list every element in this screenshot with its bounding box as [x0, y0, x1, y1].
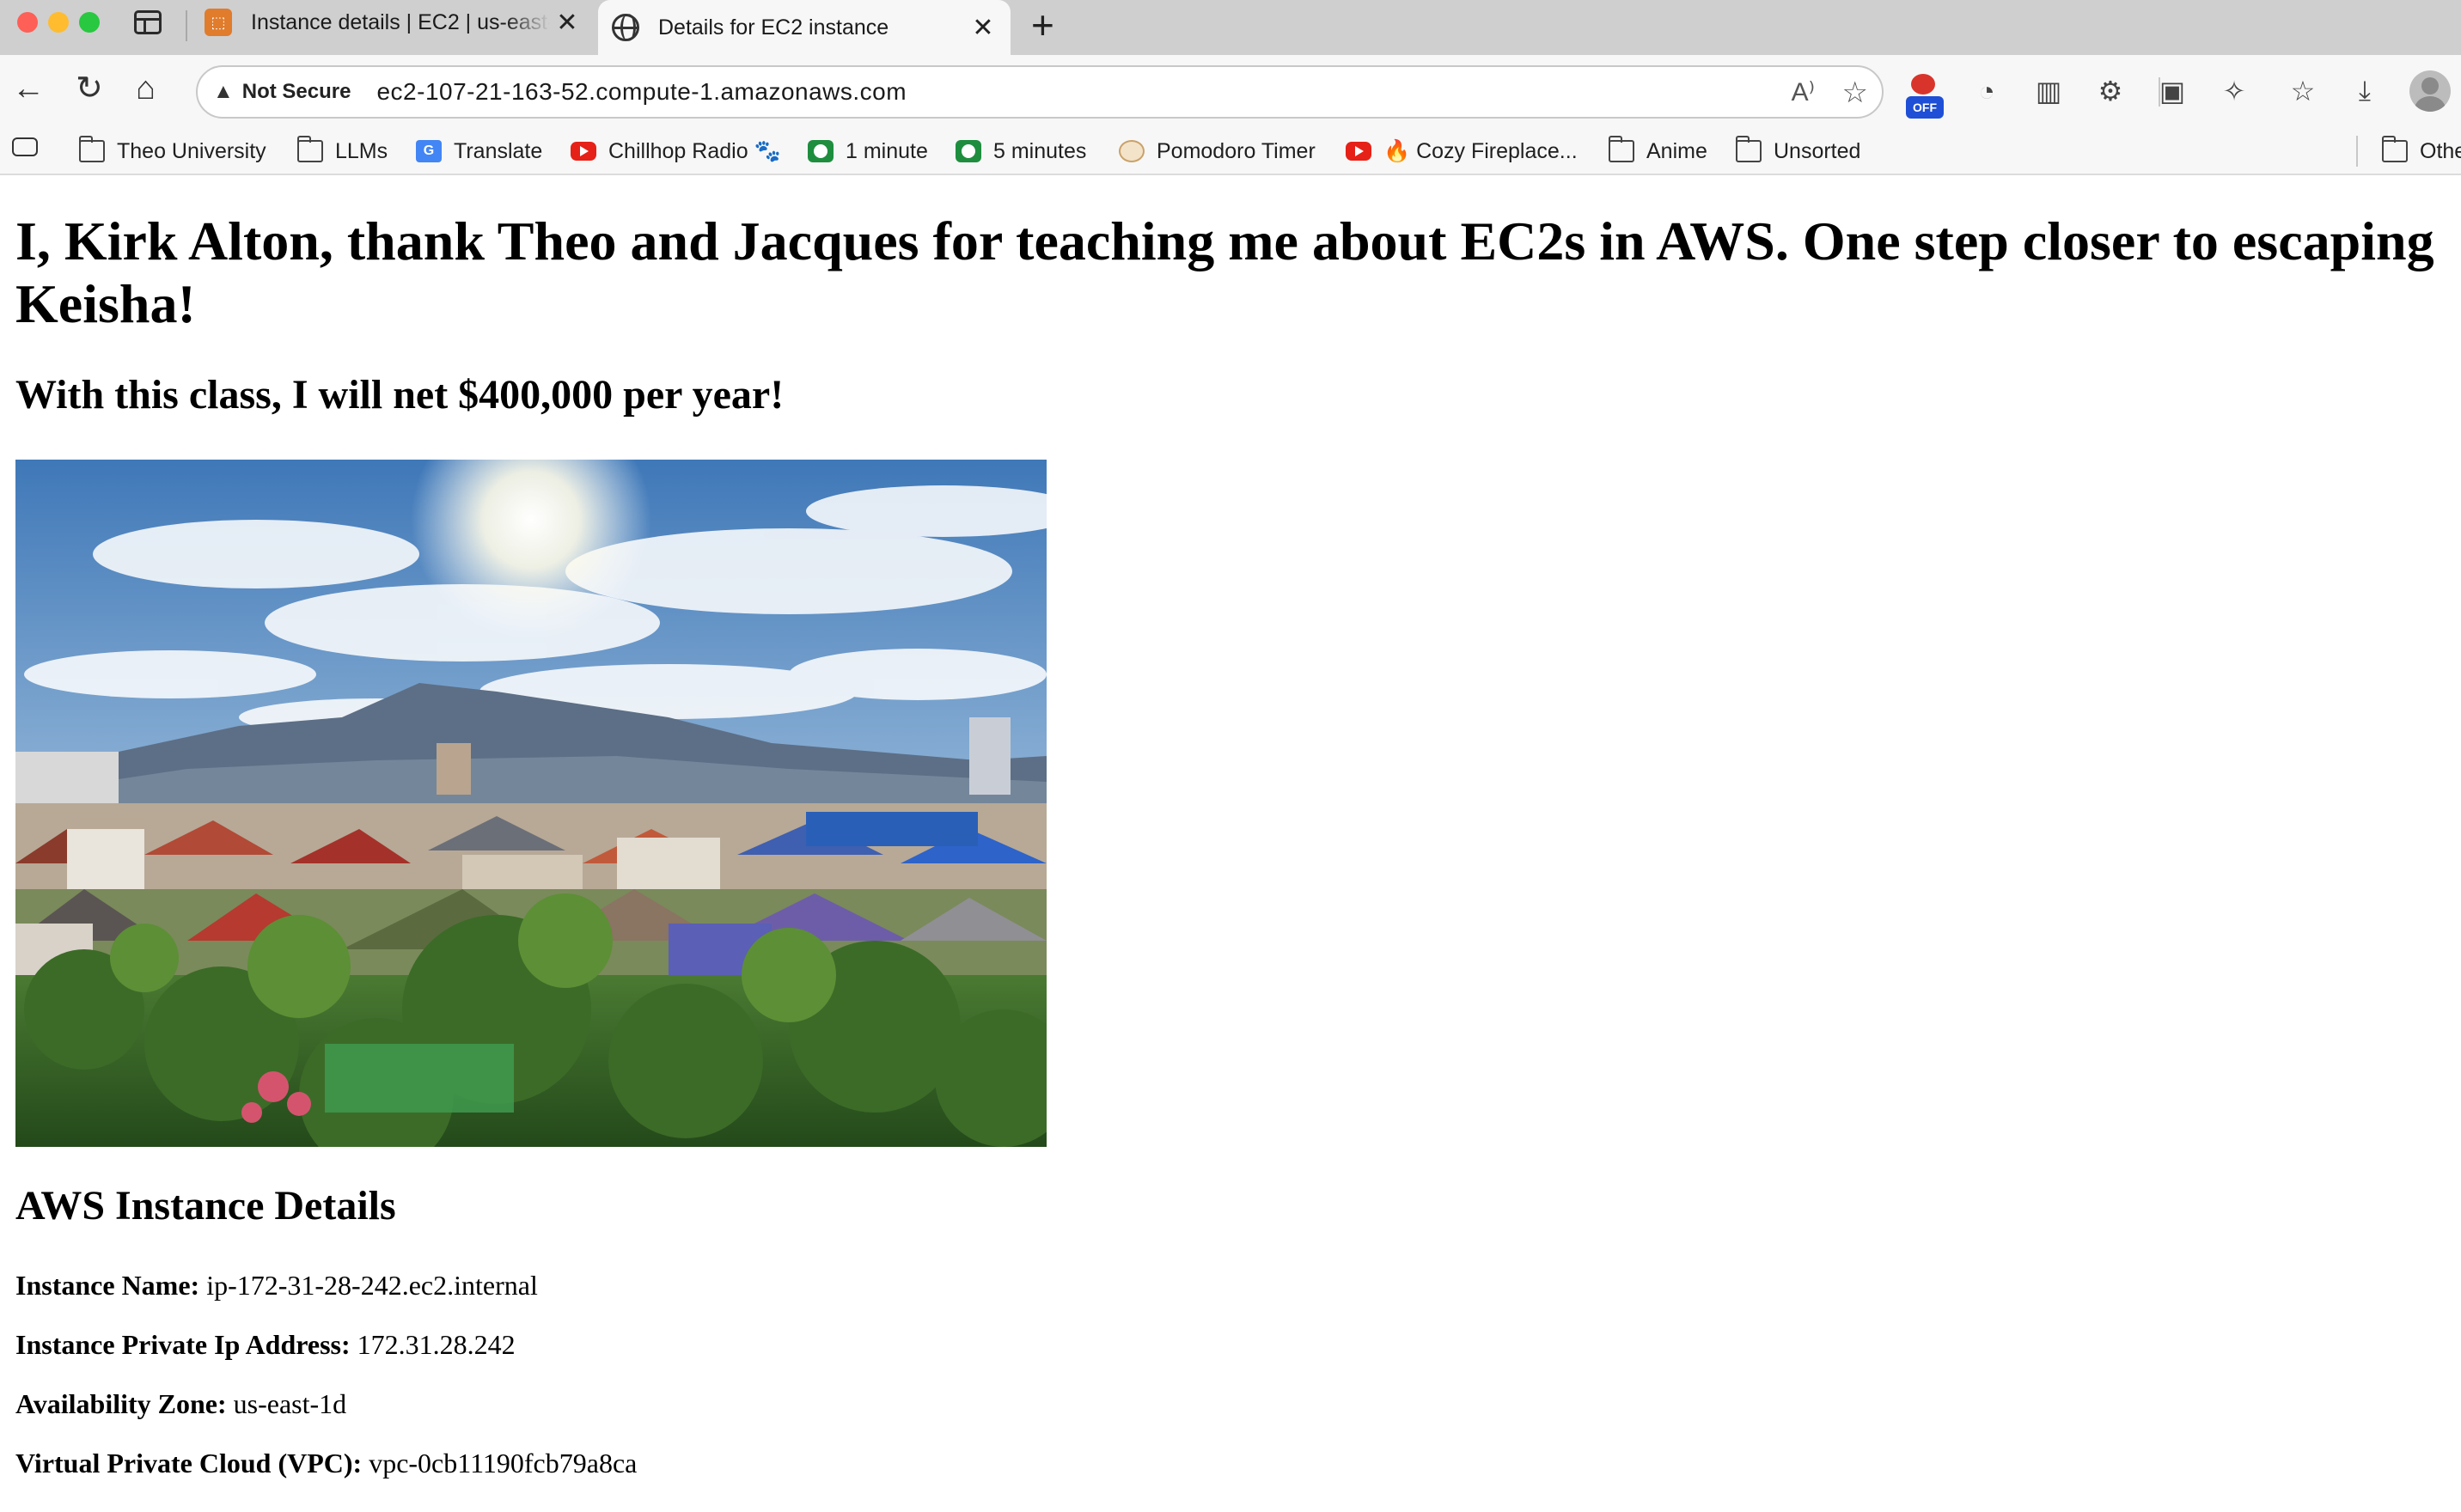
bookmark-other-favorites[interactable]: Othe [2382, 134, 2461, 168]
bookmark-label: LLMs [335, 138, 388, 163]
bookmark-label: Theo University [117, 138, 266, 163]
detail-value: 172.31.28.242 [357, 1329, 516, 1360]
web-page: I, Kirk Alton, thank Theo and Jacques fo… [0, 177, 2461, 1512]
read-aloud-icon[interactable]: A⁾ [1792, 77, 1815, 107]
bookmark-label: Translate [454, 138, 543, 163]
folder-icon [2382, 136, 2408, 162]
timer-icon [956, 140, 981, 162]
warning-icon: ▲ [213, 80, 234, 103]
close-window-button[interactable] [17, 12, 38, 33]
home-icon[interactable]: ⌂ [136, 72, 156, 105]
bookmark-label: Pomodoro Timer [1157, 138, 1316, 163]
tab-title: Details for EC2 instance [658, 15, 889, 40]
page-title: I, Kirk Alton, thank Theo and Jacques fo… [15, 210, 2434, 334]
url-text[interactable]: ec2-107-21-163-52.compute-1.amazonaws.co… [376, 78, 907, 106]
bookmark-1-minute[interactable]: 1 minute [808, 134, 928, 168]
google-translate-icon: G [416, 140, 442, 162]
favorite-star-icon[interactable]: ☆ [1842, 76, 1868, 110]
timer-icon [808, 140, 834, 162]
availability-zone-row: Availability Zone: us-east-1d [15, 1387, 346, 1421]
folder-icon [79, 136, 105, 162]
extension-off-badge[interactable]: OFF [1906, 96, 1944, 119]
reload-icon[interactable]: ↻ [76, 72, 103, 105]
extensions-puzzle-icon[interactable]: ✧ [2217, 74, 2251, 108]
bookmark-translate[interactable]: G Translate [416, 134, 542, 168]
bookmark-theo-university[interactable]: Theo University [79, 134, 266, 168]
favorites-list-icon[interactable]: ☆ [2286, 74, 2320, 108]
detail-label: Instance Name: [15, 1270, 200, 1301]
security-status[interactable]: Not Secure [242, 80, 351, 104]
bookmarks-bar: Theo University LLMs G Translate Chillho… [0, 127, 2461, 175]
detail-label: Instance Private Ip Address: [15, 1329, 351, 1360]
tab-title: Instance details | EC2 | us-east-1 [251, 9, 550, 34]
detail-value: vpc-0cb11190fcb79a8ca [369, 1448, 638, 1478]
bookmark-unsorted[interactable]: Unsorted [1736, 134, 1860, 168]
tab-ec2-details[interactable]: Details for EC2 instance ✕ [598, 0, 1011, 55]
clipboard-extension-icon[interactable]: ▥ [2031, 74, 2066, 108]
back-arrow-icon[interactable]: ← [12, 72, 45, 105]
folder-icon [1736, 136, 1762, 162]
globe-icon [612, 14, 639, 41]
detail-value: ip-172-31-28-242.ec2.internal [206, 1270, 538, 1301]
bookmark-5-minutes[interactable]: 5 minutes [956, 134, 1086, 168]
aws-ec2-icon: ⬚ [205, 9, 232, 36]
youtube-icon [1346, 142, 1371, 161]
tab-divider [186, 10, 187, 41]
vpc-row: Virtual Private Cloud (VPC): vpc-0cb1119… [15, 1446, 637, 1480]
profile-avatar[interactable] [2409, 70, 2451, 112]
toolbar: ← ↻ ⌂ ▲ Not Secure ec2-107-21-163-52.com… [0, 55, 2461, 127]
bookmark-chillhop-radio[interactable]: Chillhop Radio 🐾 [571, 134, 781, 168]
bookmark-label: Unsorted [1774, 138, 1861, 163]
bookmark-label: 🔥 Cozy Fireplace... [1383, 138, 1578, 163]
detail-value: us-east-1d [233, 1388, 347, 1419]
new-tab-button[interactable]: + [1031, 2, 1054, 48]
bookmark-label: Othe [2420, 138, 2461, 163]
share-extension-icon[interactable]: ⚙ [2093, 74, 2128, 108]
reading-list-icon[interactable] [12, 137, 38, 156]
bookmark-llms[interactable]: LLMs [297, 134, 388, 168]
address-bar[interactable]: ▲ Not Secure ec2-107-21-163-52.compute-1… [196, 65, 1884, 119]
square-extension-icon[interactable]: ▣ [2155, 74, 2189, 108]
detail-label: Availability Zone: [15, 1388, 227, 1419]
download-icon[interactable]: ⤓ [2348, 74, 2382, 108]
page-subtitle: With this class, I will net $400,000 per… [15, 372, 785, 418]
folder-icon [1609, 136, 1634, 162]
folder-icon [297, 136, 323, 162]
bookmarks-divider [2356, 136, 2358, 167]
bookmark-label: 1 minute [846, 138, 928, 163]
bookmark-cozy-fireplace[interactable]: 🔥 Cozy Fireplace... [1346, 134, 1578, 168]
youtube-icon [571, 142, 596, 161]
maximize-window-button[interactable] [79, 12, 100, 33]
details-heading: AWS Instance Details [15, 1183, 396, 1228]
close-tab-icon[interactable]: ✕ [966, 13, 1000, 43]
instance-name-row: Instance Name: ip-172-31-28-242.ec2.inte… [15, 1268, 538, 1302]
extension-icon[interactable]: ◔ [1969, 74, 2004, 108]
tab-instance-details[interactable]: ⬚ Instance details | EC2 | us-east-1 ✕ [191, 0, 595, 45]
pomodoro-icon [1119, 140, 1145, 162]
bookmark-pomodoro-timer[interactable]: Pomodoro Timer [1119, 134, 1316, 168]
bookmark-label: 5 minutes [993, 138, 1087, 163]
bookmark-label: Chillhop Radio 🐾 [608, 138, 781, 163]
detail-label: Virtual Private Cloud (VPC): [15, 1448, 363, 1478]
bookmark-anime[interactable]: Anime [1609, 134, 1707, 168]
bookmark-label: Anime [1646, 138, 1707, 163]
city-landscape-image [15, 460, 1047, 1147]
minimize-window-button[interactable] [48, 12, 69, 33]
tab-actions-icon[interactable] [134, 10, 162, 34]
private-ip-row: Instance Private Ip Address: 172.31.28.2… [15, 1327, 516, 1362]
extension-badge-icon [1911, 74, 1935, 94]
close-tab-icon[interactable]: ✕ [550, 8, 584, 38]
tab-strip: ⬚ Instance details | EC2 | us-east-1 ✕ D… [0, 0, 2461, 55]
